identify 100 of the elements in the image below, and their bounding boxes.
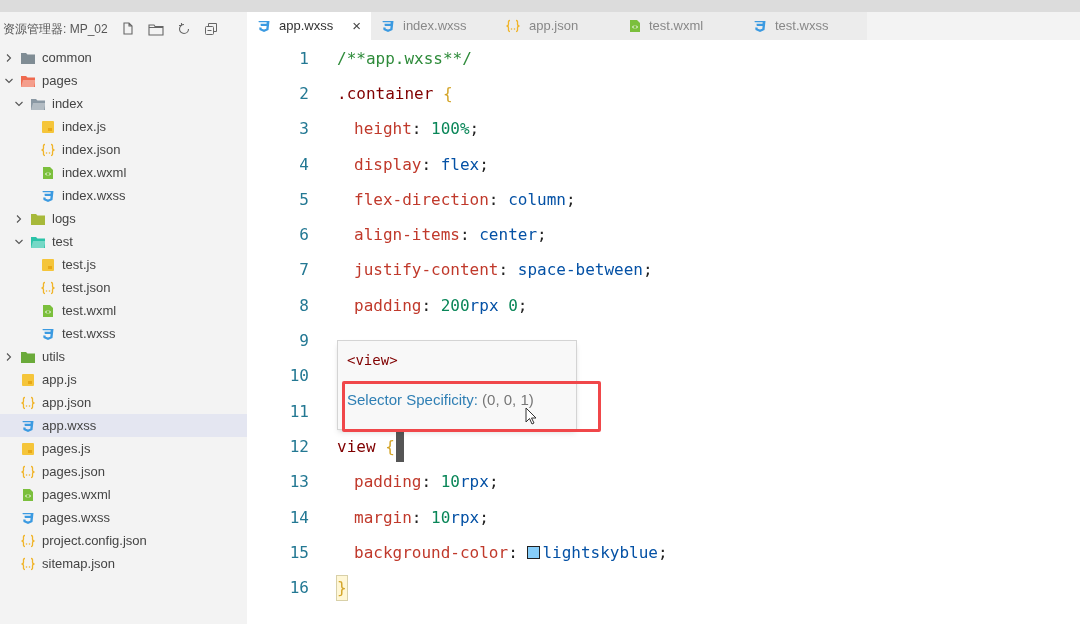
code-token: column xyxy=(508,188,566,211)
braces-icon xyxy=(20,395,36,410)
code-token: : xyxy=(508,541,519,564)
file-row[interactable]: test.json xyxy=(0,276,247,299)
folder-row[interactable]: common xyxy=(0,46,247,69)
file-row[interactable]: test.wxml xyxy=(0,299,247,322)
code-token: rpx xyxy=(459,471,489,494)
new-folder-icon[interactable] xyxy=(147,21,164,36)
item-label: index.js xyxy=(62,117,107,136)
item-label: index.wxml xyxy=(62,163,127,182)
code-token: : xyxy=(421,471,433,494)
code-token: align-items xyxy=(354,224,460,247)
code-token: margin xyxy=(354,506,412,529)
code-token: lightskyblue xyxy=(542,541,658,564)
braces-icon xyxy=(20,533,36,548)
code-token: : xyxy=(411,118,423,141)
code-token: flex xyxy=(440,153,480,176)
code-file-icon xyxy=(22,487,34,502)
folder-row[interactable]: pages xyxy=(0,69,247,92)
code-token: .container xyxy=(337,82,434,105)
item-label: pages.wxss xyxy=(42,508,110,527)
code-token: 10 xyxy=(431,506,451,529)
file-row[interactable]: project.config.json xyxy=(0,529,247,552)
item-label: pages.json xyxy=(42,462,105,481)
folder-icon xyxy=(30,211,46,226)
folder-row[interactable]: test xyxy=(0,230,247,253)
code-file-icon xyxy=(629,19,641,33)
chevron-right-icon[interactable] xyxy=(4,52,14,63)
file-row[interactable]: pages.json xyxy=(0,460,247,483)
file-row[interactable]: app.json xyxy=(0,391,247,414)
code-token: ; xyxy=(658,541,668,564)
file-row[interactable]: app.js xyxy=(0,368,247,391)
new-file-icon[interactable] xyxy=(120,21,135,36)
code-token: ; xyxy=(488,471,499,494)
code-token: ; xyxy=(479,506,489,529)
code-token: 0 xyxy=(507,294,518,317)
line-number: 12 xyxy=(288,435,309,458)
file-row[interactable]: pages.wxml xyxy=(0,483,247,506)
line-number: 11 xyxy=(288,400,309,423)
css-file-icon xyxy=(257,19,271,33)
code-token: : xyxy=(421,153,433,176)
editor-tab[interactable]: app.wxss × xyxy=(247,12,371,40)
file-row[interactable]: pages.js xyxy=(0,437,247,460)
item-label: index.json xyxy=(62,140,121,159)
code-token: rpx xyxy=(469,294,499,317)
item-label: test xyxy=(52,232,73,251)
line-number: 9 xyxy=(298,330,309,352)
color-swatch[interactable] xyxy=(527,546,541,560)
mouse-pointer-icon xyxy=(525,407,537,425)
file-row[interactable]: pages.wxss xyxy=(0,506,247,529)
code-token: 10 xyxy=(440,471,460,494)
folder-row[interactable]: utils xyxy=(0,345,247,368)
line-number: 13 xyxy=(288,471,309,494)
folder-row[interactable]: index xyxy=(0,92,247,115)
chevron-right-icon[interactable] xyxy=(4,351,14,362)
explorer-title: 资源管理器: MP_02 xyxy=(3,20,108,38)
item-label: project.config.json xyxy=(42,531,147,550)
open-folder-icon xyxy=(30,234,46,249)
code-file-icon xyxy=(42,303,54,318)
file-row[interactable]: index.wxml xyxy=(0,161,247,184)
file-row[interactable]: index.wxss xyxy=(0,184,247,207)
refresh-icon[interactable] xyxy=(176,21,191,36)
file-row[interactable]: app.wxss xyxy=(0,414,247,437)
open-folder-icon xyxy=(30,96,46,111)
tab-label: index.wxss xyxy=(403,17,467,36)
file-row[interactable]: index.json xyxy=(0,138,247,161)
css-file-icon xyxy=(753,19,767,33)
braces-icon xyxy=(40,142,56,157)
braces-icon xyxy=(20,556,36,571)
code-token: ; xyxy=(479,153,489,176)
code-comment: /**app.wxss**/ xyxy=(337,47,472,70)
file-row[interactable]: index.js xyxy=(0,115,247,138)
code-file-icon xyxy=(42,165,54,180)
js-file-icon xyxy=(21,372,35,387)
specificity-text: Selector Specificity: (0, 0, 1) xyxy=(347,390,535,410)
folder-icon xyxy=(20,50,36,65)
item-label: app.json xyxy=(42,393,92,412)
code-token: { xyxy=(384,435,395,458)
js-file-icon xyxy=(41,257,55,272)
code-token: : xyxy=(498,259,510,282)
file-row[interactable]: sitemap.json xyxy=(0,552,247,575)
code-token: { xyxy=(441,82,453,105)
file-row[interactable]: test.wxss xyxy=(0,322,247,345)
line-number: 4 xyxy=(298,153,309,176)
code-token: : xyxy=(488,188,500,211)
css-file-icon xyxy=(41,326,55,341)
code-token: padding xyxy=(354,471,422,494)
item-label: test.js xyxy=(62,255,96,274)
file-row[interactable]: test.js xyxy=(0,253,247,276)
item-label: test.json xyxy=(62,278,111,297)
line-number: 14 xyxy=(288,506,309,529)
line-number: 2 xyxy=(298,82,309,105)
code-token: space-between xyxy=(517,259,643,282)
chevron-right-icon[interactable] xyxy=(14,213,24,224)
code-token: ; xyxy=(469,118,480,141)
folder-row[interactable]: logs xyxy=(0,207,247,230)
item-label: pages.wxml xyxy=(42,485,111,504)
collapse-all-icon[interactable] xyxy=(203,21,218,36)
element-tag: <view> xyxy=(347,350,576,371)
close-tab-button[interactable]: × xyxy=(352,14,361,38)
